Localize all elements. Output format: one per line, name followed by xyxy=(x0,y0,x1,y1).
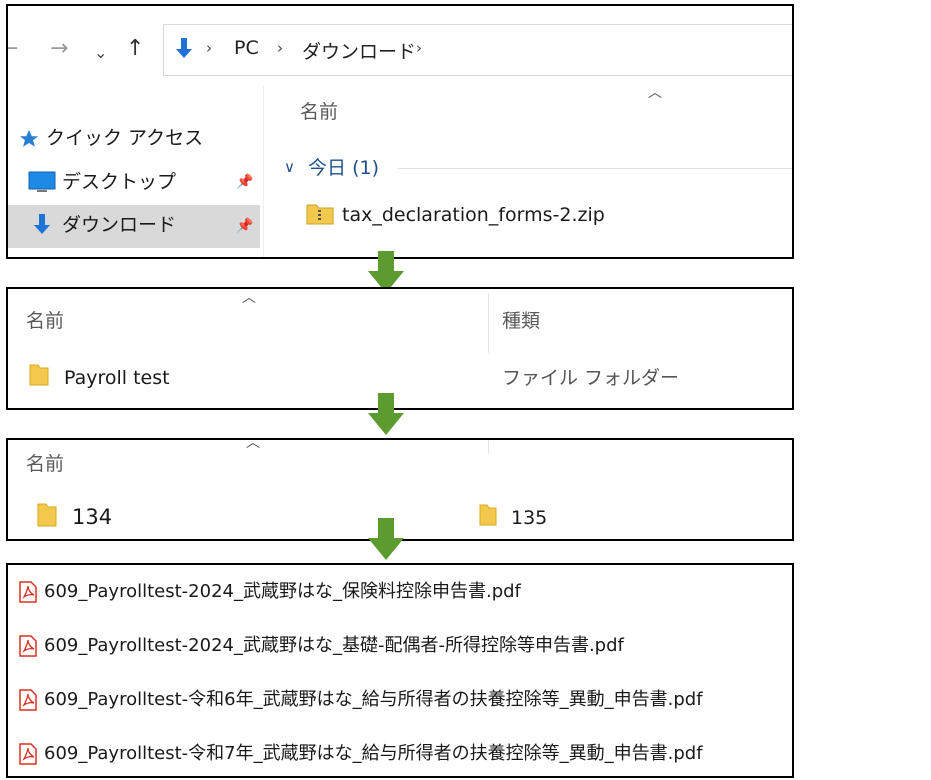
group-header-today[interactable]: 今日 (1) xyxy=(308,156,379,180)
folder-item-134[interactable]: 134 xyxy=(72,505,112,529)
folder-item-135[interactable]: 135 xyxy=(511,506,547,530)
breadcrumb-chevron-icon: › xyxy=(206,39,212,57)
download-arrow-icon xyxy=(174,37,194,65)
sort-caret-icon: ︿ xyxy=(246,438,260,451)
column-separator[interactable] xyxy=(488,440,489,454)
breadcrumb-item-pc[interactable]: PC xyxy=(234,37,259,59)
pdf-icon xyxy=(18,743,38,769)
folder-type-label: ファイル フォルダー xyxy=(502,367,680,389)
sort-caret-icon: ︿ xyxy=(242,290,256,306)
step-arrow-icon xyxy=(368,518,404,560)
breadcrumb-item-downloads[interactable]: ダウンロード xyxy=(302,37,416,64)
folder-icon xyxy=(36,502,58,532)
pdf-icon xyxy=(18,635,38,661)
column-header-type[interactable]: 種類 xyxy=(502,309,540,333)
star-icon xyxy=(18,128,40,154)
pdf-files-panel: 609_Payrolltest-2024_武蔵野はな_保険料控除申告書.pdf … xyxy=(6,563,794,778)
pdf-file-name: 609_Payrolltest-2024_武蔵野はな_基礎-配偶者-所得控除等申… xyxy=(44,635,624,656)
pdf-file-name: 609_Payrolltest-令和6年_武蔵野はな_給与所得者の扶養控除等_異… xyxy=(44,689,703,710)
file-row-zip[interactable]: tax_declaration_forms-2.zip xyxy=(342,203,605,227)
column-header-name[interactable]: 名前 xyxy=(26,309,64,333)
pin-icon[interactable]: 📌 xyxy=(236,174,253,190)
pane-divider[interactable] xyxy=(263,86,264,257)
up-button[interactable]: ↑ xyxy=(126,36,144,62)
back-button[interactable]: ← xyxy=(8,36,18,62)
group-divider-line xyxy=(398,168,792,169)
breadcrumb-chevron-icon: › xyxy=(416,39,422,57)
breadcrumb-chevron-icon: › xyxy=(277,39,283,57)
download-icon xyxy=(32,213,52,241)
column-separator[interactable] xyxy=(488,293,489,353)
desktop-icon xyxy=(28,171,56,197)
column-header-name[interactable]: 名前 xyxy=(26,452,64,476)
pdf-file-name: 609_Payrolltest-2024_武蔵野はな_保険料控除申告書.pdf xyxy=(44,581,521,602)
folder-row-payroll-test[interactable]: Payroll test xyxy=(64,366,170,390)
sort-caret-icon: ︿ xyxy=(648,85,662,101)
pdf-file-name: 609_Payrolltest-令和7年_武蔵野はな_給与所得者の扶養控除等_異… xyxy=(44,743,703,764)
zip-folder-icon xyxy=(306,201,334,229)
explorer-downloads-panel: ← → ⌄ ↑ › PC › ダウンロード › クイック アクセス デスクトップ… xyxy=(6,4,794,259)
step-arrow-icon xyxy=(368,393,404,435)
column-header-name[interactable]: 名前 xyxy=(300,100,338,124)
sidebar-item-downloads[interactable]: ダウンロード xyxy=(62,213,176,237)
sidebar-item-desktop[interactable]: デスクトップ xyxy=(62,170,176,194)
recent-locations-chevron-icon[interactable]: ⌄ xyxy=(94,40,107,66)
zip-contents-panel: ︿ 名前 種類 Payroll test ファイル フォルダー xyxy=(6,287,794,410)
group-collapse-chevron-icon[interactable]: ∨ xyxy=(284,158,295,176)
pdf-icon xyxy=(18,581,38,607)
forward-button[interactable]: → xyxy=(50,36,68,62)
folder-icon xyxy=(478,503,498,531)
address-bar[interactable]: › PC › ダウンロード › xyxy=(163,24,792,76)
sidebar-quick-access[interactable]: クイック アクセス xyxy=(46,126,203,150)
pin-icon[interactable]: 📌 xyxy=(236,218,253,234)
folder-icon xyxy=(28,363,50,391)
pdf-icon xyxy=(18,689,38,715)
